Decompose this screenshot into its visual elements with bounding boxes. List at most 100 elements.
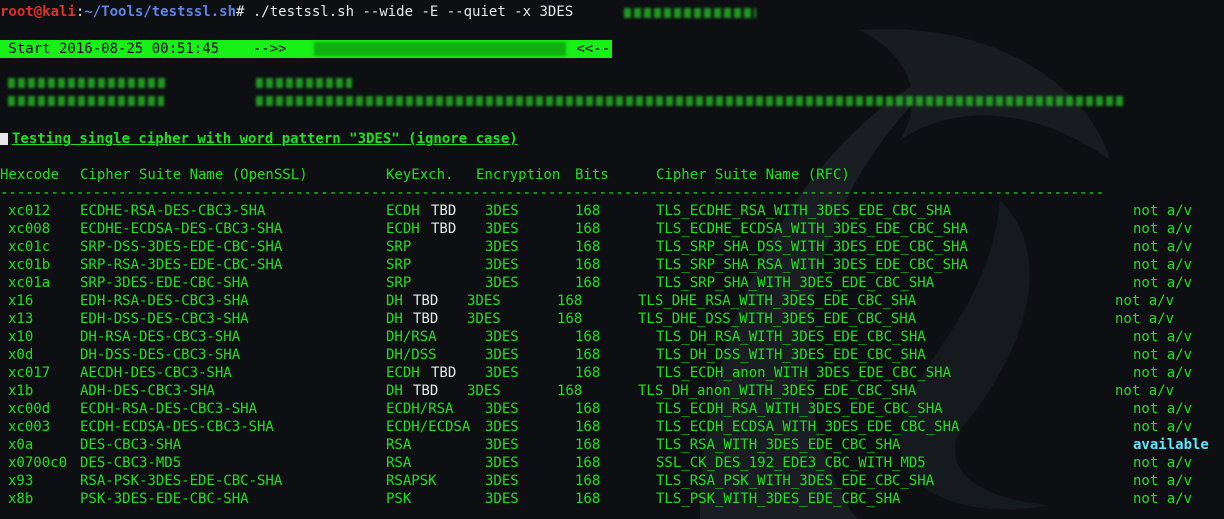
cell-openssl-name: SRP-3DES-EDE-CBC-SHA xyxy=(80,275,249,291)
cell-keyexch: RSA xyxy=(386,455,412,471)
cell-keyexch: ECDH xyxy=(386,203,420,219)
cell-encryption: 3DES xyxy=(485,221,519,237)
cell-keyexch-tbd: TBD xyxy=(431,203,457,219)
cell-status: not a/v xyxy=(1133,455,1193,471)
cell-openssl-name: DES-CBC3-MD5 xyxy=(80,455,182,471)
header-rfc-name: Cipher Suite Name (RFC) xyxy=(656,167,850,183)
cell-rfc-name: TLS_ECDH_anon_WITH_3DES_EDE_CBC_SHA xyxy=(656,365,952,381)
cell-rfc-name: TLS_DH_anon_WITH_3DES_EDE_CBC_SHA xyxy=(638,383,917,399)
cell-status: not a/v xyxy=(1133,329,1193,345)
section-heading-text: Testing single cipher with word pattern … xyxy=(12,131,518,147)
cell-encryption: 3DES xyxy=(485,473,519,489)
cell-status: not a/v xyxy=(1133,473,1193,489)
cell-hexcode: x93 xyxy=(8,473,34,489)
cell-bits: 168 xyxy=(575,275,601,291)
cell-keyexch-tbd: TBD xyxy=(413,311,439,327)
redacted-rdns-label xyxy=(8,78,168,88)
cell-openssl-name: ADH-DES-CBC3-SHA xyxy=(80,383,215,399)
cell-status: not a/v xyxy=(1133,401,1193,417)
cell-rfc-name: TLS_DHE_DSS_WITH_3DES_EDE_CBC_SHA xyxy=(638,311,917,327)
cell-rfc-name: TLS_DHE_RSA_WITH_3DES_EDE_CBC_SHA xyxy=(638,293,917,309)
cell-encryption: 3DES xyxy=(467,293,501,309)
cell-openssl-name: PSK-3DES-EDE-CBC-SHA xyxy=(80,491,249,507)
cell-status: not a/v xyxy=(1115,383,1175,399)
cell-encryption: 3DES xyxy=(485,329,519,345)
cell-rfc-name: SSL_CK_DES_192_EDE3_CBC_WITH_MD5 xyxy=(656,455,926,471)
cell-status: not a/v xyxy=(1115,293,1175,309)
cell-encryption: 3DES xyxy=(485,419,519,435)
cell-bits: 168 xyxy=(575,365,601,381)
cell-encryption: 3DES xyxy=(485,491,519,507)
cell-openssl-name: ECDHE-RSA-DES-CBC3-SHA xyxy=(80,203,266,219)
cell-bits: 168 xyxy=(575,347,601,363)
cell-hexcode: xc008 xyxy=(8,221,51,237)
cell-hexcode: xc017 xyxy=(8,365,51,381)
prompt-command[interactable]: ./testssl.sh --wide -E --quiet -x 3DES xyxy=(244,4,573,20)
cell-hexcode: xc012 xyxy=(8,203,51,219)
cell-hexcode: x13 xyxy=(8,311,34,327)
cell-keyexch-tbd: TBD xyxy=(431,365,457,381)
cell-bits: 168 xyxy=(575,401,601,417)
cell-status: available xyxy=(1133,437,1209,453)
cell-hexcode: xc003 xyxy=(8,419,51,435)
cell-keyexch: RSAPSK xyxy=(386,473,437,489)
cell-encryption: 3DES xyxy=(467,383,501,399)
cell-status: not a/v xyxy=(1115,311,1175,327)
prompt-path: ~/Tools/testssl.sh xyxy=(84,4,237,20)
cell-status: not a/v xyxy=(1133,239,1193,255)
cell-keyexch: ECDH/ECDSA xyxy=(386,419,471,435)
cell-openssl-name: DH-RSA-DES-CBC3-SHA xyxy=(80,329,241,345)
cell-rfc-name: TLS_ECDHE_RSA_WITH_3DES_EDE_CBC_SHA xyxy=(656,203,952,219)
cell-hexcode: x0d xyxy=(8,347,34,363)
cell-hexcode: x8b xyxy=(8,491,34,507)
cell-encryption: 3DES xyxy=(485,365,519,381)
start-banner-label: Start 2016-08-25 00:51:45 -->> xyxy=(0,41,296,57)
terminal-cursor xyxy=(0,133,8,145)
cell-keyexch: SRP xyxy=(386,257,412,273)
cell-status: not a/v xyxy=(1133,347,1193,363)
cell-encryption: 3DES xyxy=(485,203,519,219)
cell-bits: 168 xyxy=(575,491,601,507)
cell-hexcode: x1b xyxy=(8,383,34,399)
cell-rfc-name: TLS_DH_RSA_WITH_3DES_EDE_CBC_SHA xyxy=(656,329,926,345)
cell-rfc-name: TLS_DH_DSS_WITH_3DES_EDE_CBC_SHA xyxy=(656,347,926,363)
cell-rfc-name: TLS_PSK_WITH_3DES_EDE_CBC_SHA xyxy=(656,491,901,507)
redacted-target-host xyxy=(624,8,756,18)
cell-keyexch: SRP xyxy=(386,239,412,255)
redacted-rdns-value xyxy=(256,78,352,88)
redacted-service-detail xyxy=(256,96,1124,106)
cell-hexcode: xc01a xyxy=(8,275,51,291)
cell-encryption: 3DES xyxy=(485,275,519,291)
header-bits: Bits xyxy=(575,167,609,183)
cell-bits: 168 xyxy=(575,419,601,435)
cell-openssl-name: ECDHE-ECDSA-DES-CBC3-SHA xyxy=(80,221,283,237)
prompt-user-host: root@kali xyxy=(0,4,76,20)
cell-bits: 168 xyxy=(575,239,601,255)
cell-keyexch-tbd: TBD xyxy=(413,383,439,399)
table-header: Hexcode Cipher Suite Name (OpenSSL) KeyE… xyxy=(0,166,850,184)
cell-encryption: 3DES xyxy=(485,437,519,453)
cell-rfc-name: TLS_RSA_WITH_3DES_EDE_CBC_SHA xyxy=(656,437,901,453)
start-banner: Start 2016-08-25 00:51:45 -->> <<-- xyxy=(0,40,612,58)
cell-bits: 168 xyxy=(575,437,601,453)
cell-encryption: 3DES xyxy=(485,347,519,363)
cell-openssl-name: AECDH-DES-CBC3-SHA xyxy=(80,365,232,381)
cell-openssl-name: DH-DSS-DES-CBC3-SHA xyxy=(80,347,241,363)
section-heading: Testing single cipher with word pattern … xyxy=(0,130,518,148)
redacted-banner-host xyxy=(314,42,566,56)
cell-hexcode: xc01c xyxy=(8,239,51,255)
cell-rfc-name: TLS_SRP_SHA_DSS_WITH_3DES_EDE_CBC_SHA xyxy=(656,239,968,255)
cell-bits: 168 xyxy=(575,203,601,219)
cell-bits: 168 xyxy=(575,455,601,471)
cell-keyexch: SRP xyxy=(386,275,412,291)
cell-openssl-name: EDH-RSA-DES-CBC3-SHA xyxy=(80,293,249,309)
cell-status: not a/v xyxy=(1133,419,1193,435)
header-openssl-name: Cipher Suite Name (OpenSSL) xyxy=(80,167,308,183)
cell-hexcode: xc00d xyxy=(8,401,51,417)
shell-prompt: root@kali:~/Tools/testssl.sh# ./testssl.… xyxy=(0,3,573,21)
header-keyexch: KeyExch. xyxy=(386,167,454,183)
cell-keyexch: ECDH xyxy=(386,221,420,237)
header-hexcode: Hexcode xyxy=(0,167,60,183)
cell-openssl-name: ECDH-RSA-DES-CBC3-SHA xyxy=(80,401,258,417)
cell-keyexch-tbd: TBD xyxy=(413,293,439,309)
